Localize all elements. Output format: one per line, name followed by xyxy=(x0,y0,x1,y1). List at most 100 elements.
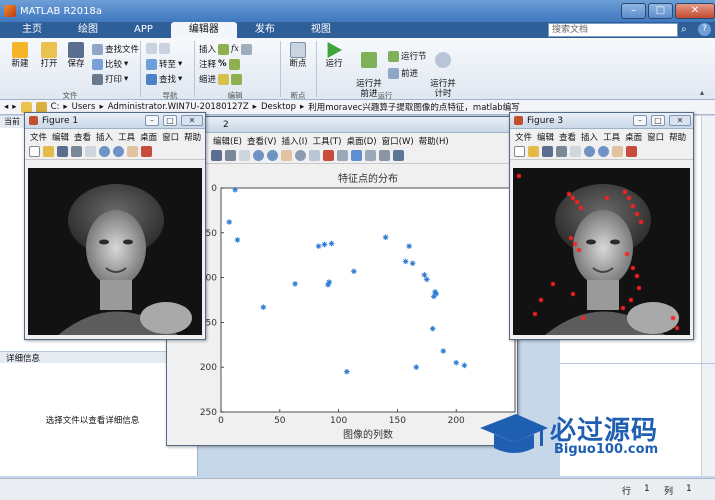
pointer-icon[interactable] xyxy=(85,146,96,157)
menu-file[interactable]: 文件 xyxy=(30,131,47,143)
tab-view[interactable]: 视图 xyxy=(293,22,349,38)
menu-window[interactable]: 窗口(W) xyxy=(382,135,414,147)
zoom-out-icon[interactable] xyxy=(113,146,124,157)
find-files-button[interactable]: 查找文件 xyxy=(92,43,139,55)
forward-arrow-icon[interactable]: ▸ xyxy=(12,102,16,112)
figure-3-window[interactable]: Figure 3 – □ ✕ 文件 编辑 查看 插入 工具 桌面 窗口 帮助 xyxy=(509,112,694,340)
menu-view[interactable]: 查看(V) xyxy=(247,135,276,147)
pan-icon[interactable] xyxy=(612,146,623,157)
search-input[interactable]: 搜索文档 xyxy=(548,23,678,37)
printer-icon[interactable] xyxy=(556,146,567,157)
figure-3-titlebar[interactable]: Figure 3 – □ ✕ xyxy=(510,113,693,129)
legend-icon[interactable] xyxy=(365,150,376,161)
pointer-icon[interactable] xyxy=(239,150,250,161)
open-button[interactable]: 打开 xyxy=(36,42,62,69)
menu-file[interactable]: 文件 xyxy=(515,131,532,143)
comment-button[interactable]: 注释 % xyxy=(199,58,240,70)
link-icon[interactable] xyxy=(337,150,348,161)
maximize-button[interactable]: □ xyxy=(163,115,177,126)
scatter-plot[interactable]: 特征点的分布图像的列数0 50 100 150 200050100150200250 xyxy=(167,166,517,445)
menu-edit[interactable]: 编辑 xyxy=(537,131,554,143)
save-icon[interactable] xyxy=(57,146,68,157)
figure-2-window[interactable]: 2 编辑(E) 查看(V) 插入(I) 工具(T) 桌面(D) 窗口(W) 帮助… xyxy=(166,116,518,446)
data-point[interactable] xyxy=(325,281,331,288)
figure-1-titlebar[interactable]: Figure 1 – □ ✕ xyxy=(25,113,205,129)
minimize-button[interactable]: – xyxy=(621,3,646,19)
menu-window[interactable]: 窗口 xyxy=(647,131,664,143)
menu-edit[interactable]: 编辑 xyxy=(52,131,69,143)
zoom-in-icon[interactable] xyxy=(584,146,595,157)
rotate-icon[interactable] xyxy=(295,150,306,161)
print-button[interactable]: 打印 ▾ xyxy=(92,73,128,85)
tab-apps[interactable]: APP xyxy=(116,22,171,38)
minimize-button[interactable]: – xyxy=(145,115,159,126)
menu-edit[interactable]: 编辑(E) xyxy=(213,135,242,147)
run-section-button[interactable]: 运行节 xyxy=(388,50,427,62)
breakpoint-button[interactable]: 断点 xyxy=(284,42,312,69)
open-icon[interactable] xyxy=(43,146,54,157)
colorbar-icon[interactable] xyxy=(351,150,362,161)
figure-2-titlebar[interactable]: 2 xyxy=(167,117,517,133)
minimize-button[interactable]: – xyxy=(633,115,647,126)
menu-help[interactable]: 帮助 xyxy=(184,131,201,143)
menu-insert[interactable]: 插入 xyxy=(581,131,598,143)
menu-help[interactable]: 帮助 xyxy=(669,131,686,143)
breadcrumb-part[interactable]: Users xyxy=(72,102,96,112)
menu-tools[interactable]: 工具 xyxy=(603,131,620,143)
zoom-in-icon[interactable] xyxy=(253,150,264,161)
pan-icon[interactable] xyxy=(281,150,292,161)
search-icon[interactable]: ⌕ xyxy=(681,24,687,35)
close-button[interactable]: ✕ xyxy=(675,3,715,19)
zoom-in-icon[interactable] xyxy=(99,146,110,157)
indent-button[interactable]: 缩进 xyxy=(199,73,243,85)
open-icon[interactable] xyxy=(528,146,539,157)
browse-folder-icon[interactable] xyxy=(35,101,47,113)
maximize-button[interactable]: □ xyxy=(651,115,665,126)
menu-view[interactable]: 查看 xyxy=(74,131,91,143)
zoom-out-icon[interactable] xyxy=(598,146,609,157)
menu-view[interactable]: 查看 xyxy=(559,131,576,143)
tab-editor[interactable]: 编辑器 xyxy=(170,22,237,38)
new-figure-icon[interactable] xyxy=(29,146,40,157)
figure-1-window[interactable]: Figure 1 – □ ✕ 文件 编辑 查看 插入 工具 桌面 窗口 帮助 xyxy=(24,112,206,340)
show-plot-tools-icon[interactable] xyxy=(393,150,404,161)
maximize-button[interactable]: □ xyxy=(648,3,673,19)
compare-button[interactable]: 比较 ▾ xyxy=(92,58,128,70)
nav-back-forward[interactable] xyxy=(146,43,170,54)
run-time-button[interactable]: 运行并 计时 xyxy=(428,42,458,99)
close-button[interactable]: ✕ xyxy=(181,115,203,126)
menu-insert[interactable]: 插入 xyxy=(96,131,113,143)
find-button[interactable]: 查找 ▾ xyxy=(146,73,182,85)
brush-icon[interactable] xyxy=(141,146,152,157)
printer-icon[interactable] xyxy=(225,150,236,161)
goto-button[interactable]: 转至 ▾ xyxy=(146,58,182,70)
help-icon[interactable]: ? xyxy=(698,23,711,36)
breadcrumb-part[interactable]: 利用moravec兴趣算子提取图像的点特征，matlab编写 xyxy=(308,101,519,113)
tab-publish[interactable]: 发布 xyxy=(237,22,293,38)
save-icon[interactable] xyxy=(211,150,222,161)
data-cursor-icon[interactable] xyxy=(309,150,320,161)
breadcrumb-part[interactable]: C: xyxy=(51,102,60,112)
save-button[interactable]: 保存 xyxy=(63,42,89,69)
data-point[interactable] xyxy=(351,268,357,275)
insert-button[interactable]: 插入 fx xyxy=(199,43,252,55)
menu-insert[interactable]: 插入(I) xyxy=(281,135,307,147)
zoom-out-icon[interactable] xyxy=(267,150,278,161)
tab-plots[interactable]: 绘图 xyxy=(60,22,116,38)
menu-tools[interactable]: 工具 xyxy=(118,131,135,143)
collapse-ribbon-icon[interactable]: ▴ xyxy=(700,88,704,97)
close-button[interactable]: ✕ xyxy=(669,115,691,126)
pan-icon[interactable] xyxy=(127,146,138,157)
back-arrow-icon[interactable]: ◂ xyxy=(4,102,8,112)
new-figure-icon[interactable] xyxy=(514,146,525,157)
printer-icon[interactable] xyxy=(71,146,82,157)
pointer-icon[interactable] xyxy=(570,146,581,157)
up-folder-icon[interactable] xyxy=(20,101,32,113)
menu-desktop[interactable]: 桌面 xyxy=(625,131,642,143)
menu-help[interactable]: 帮助(H) xyxy=(419,135,449,147)
menu-desktop[interactable]: 桌面 xyxy=(140,131,157,143)
menu-desktop[interactable]: 桌面(D) xyxy=(346,135,376,147)
fx-button[interactable]: fx xyxy=(231,44,239,54)
menu-window[interactable]: 窗口 xyxy=(162,131,179,143)
menu-tools[interactable]: 工具(T) xyxy=(313,135,342,147)
